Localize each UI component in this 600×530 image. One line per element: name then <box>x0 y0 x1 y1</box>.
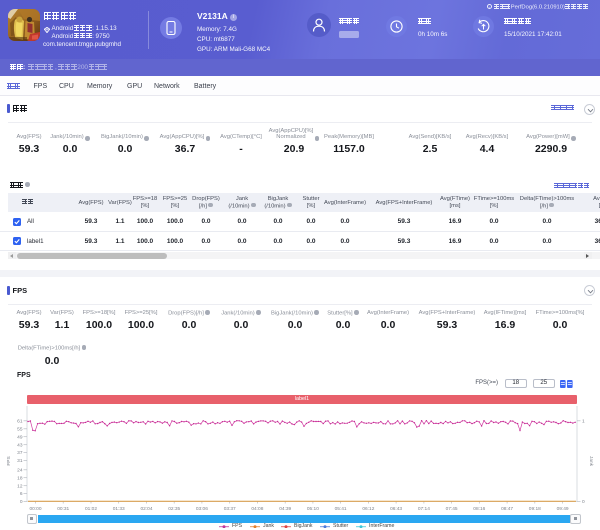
svg-text:06:43: 06:43 <box>390 506 402 512</box>
svg-text:24: 24 <box>17 467 23 473</box>
svg-text:04:39: 04:39 <box>279 506 291 512</box>
svg-text:1: 1 <box>582 418 585 424</box>
svg-text:61: 61 <box>17 418 23 424</box>
svg-text:0: 0 <box>582 499 585 505</box>
svg-text:43: 43 <box>17 442 23 448</box>
svg-text:55: 55 <box>17 426 23 432</box>
svg-text:05:10: 05:10 <box>307 506 319 512</box>
svg-text:00:31: 00:31 <box>57 506 69 512</box>
svg-text:08:47: 08:47 <box>501 506 513 512</box>
svg-text:03:06: 03:06 <box>196 506 208 512</box>
svg-text:06:12: 06:12 <box>362 506 374 512</box>
svg-text:FPS: FPS <box>6 456 12 465</box>
svg-text:07:45: 07:45 <box>446 506 458 512</box>
svg-text:18: 18 <box>17 475 23 481</box>
svg-text:6: 6 <box>20 491 23 497</box>
svg-text:31: 31 <box>17 458 23 464</box>
svg-text:01:02: 01:02 <box>85 506 97 512</box>
svg-text:0: 0 <box>20 499 23 505</box>
svg-text:09:49: 09:49 <box>557 506 569 512</box>
svg-text:01:33: 01:33 <box>113 506 125 512</box>
svg-text:12: 12 <box>17 483 23 489</box>
svg-text:03:37: 03:37 <box>224 506 236 512</box>
svg-text:Jank: Jank <box>588 456 594 467</box>
svg-text:00:00: 00:00 <box>29 506 41 512</box>
svg-text:04:08: 04:08 <box>251 506 263 512</box>
svg-text:37: 37 <box>17 450 23 456</box>
svg-text:07:14: 07:14 <box>418 506 430 512</box>
svg-text:05:41: 05:41 <box>335 506 347 512</box>
svg-text:02:35: 02:35 <box>168 506 180 512</box>
svg-text:49: 49 <box>17 434 23 440</box>
svg-text:08:16: 08:16 <box>473 506 485 512</box>
svg-text:09:18: 09:18 <box>529 506 541 512</box>
svg-text:02:04: 02:04 <box>140 506 152 512</box>
